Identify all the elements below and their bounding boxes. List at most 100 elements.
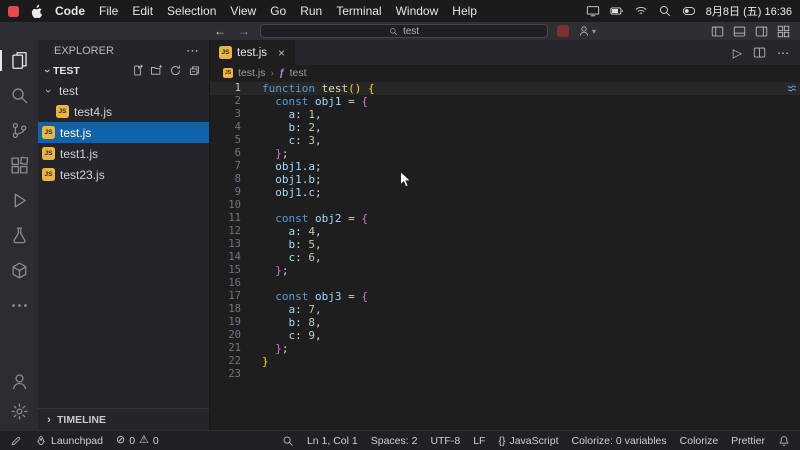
code-line-22[interactable]: 22} — [210, 355, 800, 368]
manage-settings-icon[interactable] — [0, 396, 38, 426]
code-line-1[interactable]: 1 function test() { — [210, 82, 800, 95]
new-file-icon[interactable] — [131, 64, 144, 77]
customize-layout-icon[interactable] — [777, 25, 790, 38]
rocket-icon — [35, 435, 47, 447]
colorize-toggle[interactable]: Colorize — [680, 435, 719, 447]
code-editor[interactable]: 1 function test() {2 const obj1 = {3 a: 1… — [210, 81, 800, 430]
search-icon[interactable] — [0, 78, 38, 113]
cursor-position[interactable]: Ln 1, Col 1 — [307, 435, 358, 447]
problems-item[interactable]: ⊘ 0 ⚠ 0 — [116, 435, 159, 447]
testing-icon[interactable] — [0, 218, 38, 253]
code-line-23[interactable]: 23 — [210, 368, 800, 381]
code-line-18[interactable]: 18 a: 7, — [210, 303, 800, 316]
language-mode[interactable]: {} JavaScript — [498, 435, 558, 447]
code-line-21[interactable]: 21 }; — [210, 342, 800, 355]
toggle-secondary-sidebar-icon[interactable] — [755, 25, 768, 38]
accounts-icon[interactable] — [0, 366, 38, 396]
eol-setting[interactable]: LF — [473, 435, 485, 447]
menu-item-terminal[interactable]: Terminal — [329, 4, 388, 18]
toggle-panel-icon[interactable] — [733, 25, 746, 38]
code-line-10[interactable]: 10 — [210, 199, 800, 212]
more-actions-icon[interactable]: ⋯ — [777, 46, 789, 60]
menubar-clock[interactable]: 8月8日 (五) 16:36 — [706, 3, 792, 19]
edit-sessions-item[interactable] — [10, 435, 22, 447]
menu-item-selection[interactable]: Selection — [160, 4, 223, 18]
menu-item-code[interactable]: Code — [48, 4, 92, 18]
code-line-2[interactable]: 2 const obj1 = { — [210, 95, 800, 108]
menu-item-view[interactable]: View — [223, 4, 263, 18]
code-line-17[interactable]: 17 const obj3 = { — [210, 290, 800, 303]
code-line-15[interactable]: 15 }; — [210, 264, 800, 277]
explorer-icon[interactable] — [0, 43, 38, 78]
tree-item-test4.js[interactable]: JS test4.js — [38, 101, 209, 122]
run-and-debug-icon[interactable] — [0, 183, 38, 218]
symbol-method-icon: ƒ — [278, 67, 285, 79]
line-number: 11 — [228, 212, 241, 224]
menu-item-help[interactable]: Help — [445, 4, 484, 18]
menu-item-window[interactable]: Window — [389, 4, 446, 18]
launchpad-item[interactable]: Launchpad — [35, 435, 103, 447]
toggle-sidebar-icon[interactable] — [711, 25, 724, 38]
screen-mirroring-icon[interactable] — [586, 4, 600, 18]
tree-item-test1.js[interactable]: JS test1.js — [38, 143, 209, 164]
zoom-icon[interactable] — [282, 435, 294, 447]
line-number: 1 — [234, 82, 241, 94]
code-line-16[interactable]: 16 — [210, 277, 800, 290]
code-line-19[interactable]: 19 b: 8, — [210, 316, 800, 329]
command-center-search[interactable]: test — [260, 24, 548, 38]
run-file-icon[interactable]: ▷ — [733, 46, 742, 60]
new-folder-icon[interactable] — [150, 64, 163, 77]
apple-menu-icon[interactable] — [30, 4, 44, 18]
code-line-6[interactable]: 6 }; — [210, 147, 800, 160]
code-line-4[interactable]: 4 b: 2, — [210, 121, 800, 134]
tab-testjs[interactable]: JS test.js × — [210, 40, 296, 65]
code-line-7[interactable]: 7 obj1.a; — [210, 160, 800, 173]
menu-item-go[interactable]: Go — [263, 4, 293, 18]
extensions-icon[interactable] — [0, 148, 38, 183]
account-menu[interactable]: ▾ — [578, 25, 596, 37]
battery-icon[interactable] — [610, 4, 624, 18]
code-line-13[interactable]: 13 b: 5, — [210, 238, 800, 251]
extension-cube-icon[interactable] — [0, 253, 38, 288]
notifications-bell-icon[interactable] — [778, 435, 790, 447]
code-line-9[interactable]: 9 obj1.c; — [210, 186, 800, 199]
tree-item-test.js[interactable]: JS test.js — [38, 122, 209, 143]
code-line-12[interactable]: 12 a: 4, — [210, 225, 800, 238]
refresh-icon[interactable] — [169, 64, 182, 77]
more-views-icon[interactable] — [0, 288, 38, 323]
navigate-forward-icon[interactable]: → — [232, 25, 256, 37]
menu-item-edit[interactable]: Edit — [125, 4, 160, 18]
code-line-11[interactable]: 11 const obj2 = { — [210, 212, 800, 225]
timeline-section-header[interactable]: › TIMELINE — [38, 408, 209, 430]
breadcrumb-file[interactable]: test.js — [238, 67, 265, 79]
control-center-icon[interactable] — [682, 4, 696, 18]
chevron-expanded-icon: › — [41, 68, 53, 73]
navigate-back-icon[interactable]: ← — [208, 25, 232, 37]
explorer-more-actions-icon[interactable]: ⋯ — [186, 43, 199, 59]
breadcrumb-symbol[interactable]: test — [290, 67, 307, 79]
colorize-variables[interactable]: Colorize: 0 variables — [572, 435, 667, 447]
recording-indicator[interactable] — [8, 5, 19, 17]
menu-item-file[interactable]: File — [92, 4, 125, 18]
split-editor-icon[interactable] — [753, 46, 766, 59]
close-tab-icon[interactable]: × — [278, 46, 285, 60]
line-number: 16 — [228, 277, 241, 289]
encoding-setting[interactable]: UTF-8 — [430, 435, 460, 447]
code-line-20[interactable]: 20 c: 9, — [210, 329, 800, 342]
menu-item-run[interactable]: Run — [293, 4, 329, 18]
wifi-icon[interactable] — [634, 4, 648, 18]
collapse-all-icon[interactable] — [188, 64, 201, 77]
line-number: 7 — [234, 160, 241, 172]
code-line-5[interactable]: 5 c: 3, — [210, 134, 800, 147]
record-button[interactable] — [557, 25, 569, 37]
tree-item-test23.js[interactable]: JS test23.js — [38, 164, 209, 185]
source-control-icon[interactable] — [0, 113, 38, 148]
code-line-14[interactable]: 14 c: 6, — [210, 251, 800, 264]
code-line-8[interactable]: 8 obj1.b; — [210, 173, 800, 186]
workspace-section-header[interactable]: › TEST — [38, 61, 209, 80]
prettier-status[interactable]: Prettier — [731, 435, 765, 447]
code-line-3[interactable]: 3 a: 1, — [210, 108, 800, 121]
spotlight-search-icon[interactable] — [658, 4, 672, 18]
indentation-setting[interactable]: Spaces: 2 — [371, 435, 418, 447]
tree-item-test[interactable]: › test — [38, 80, 209, 101]
